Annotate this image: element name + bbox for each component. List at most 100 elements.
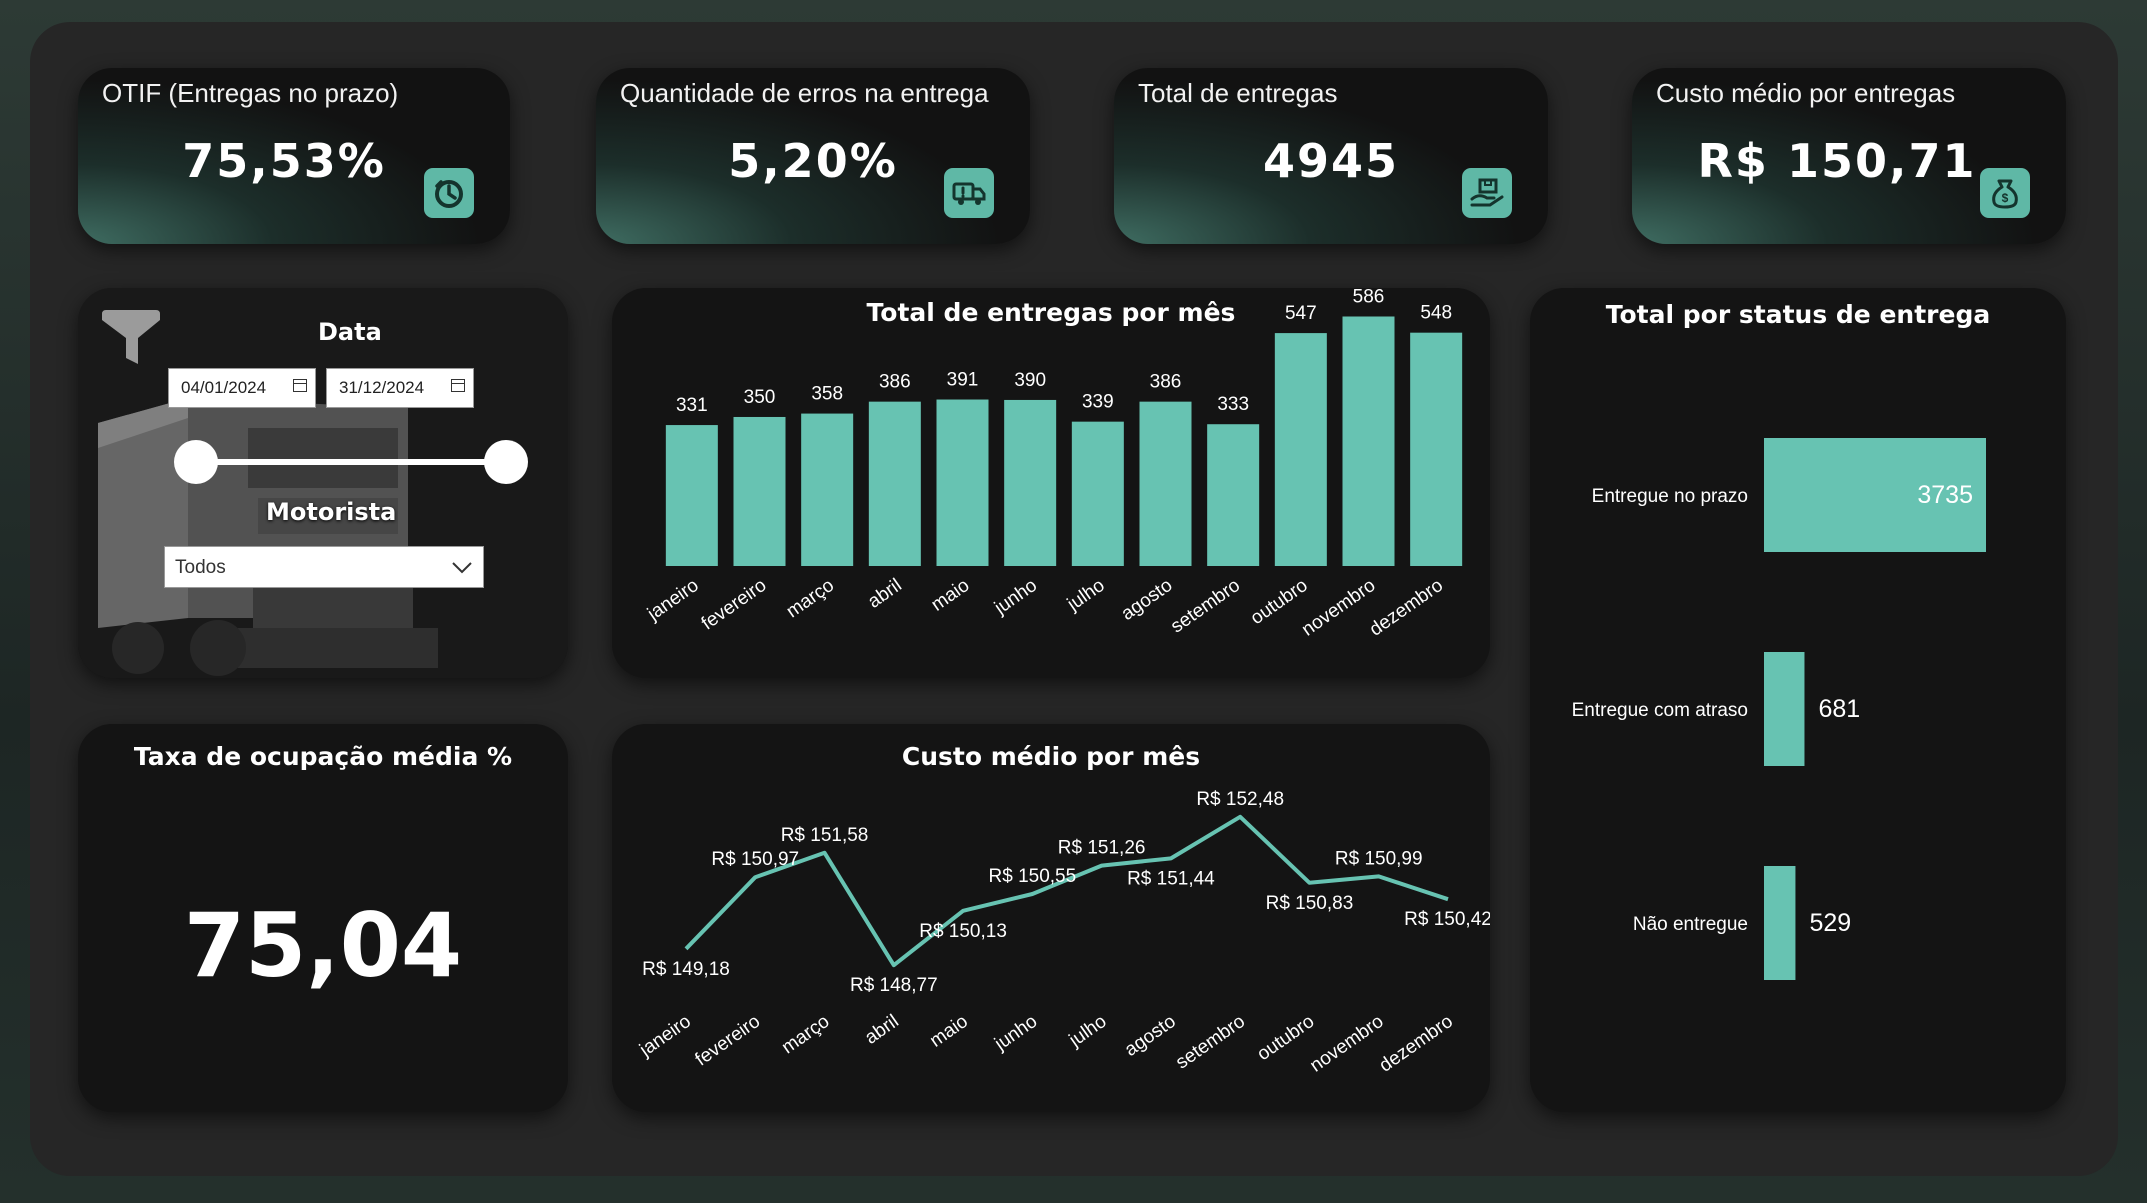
slider-track [196,459,506,465]
x-tick-label: agosto [1121,1011,1180,1061]
bar[interactable] [868,401,921,566]
bar-value-label: 391 [947,370,979,391]
bar[interactable] [1004,399,1057,566]
kpi-card-total: Total de entregas 4945 [1114,68,1548,244]
x-tick-label: junho [990,575,1041,619]
date-start-input[interactable]: 04/01/2024 [168,368,316,408]
bar[interactable] [1410,332,1463,566]
point-value-label: R$ 150,55 [989,866,1077,887]
slider-handle-end[interactable] [484,440,528,484]
x-tick-label: abril [864,575,905,613]
x-tick-label: setembro [1172,1011,1249,1074]
monthly-deliveries-chart: 331 janeiro 350 fevereiro 358 março 386 abril 39… [643,288,1463,641]
status-card: Total por status de entrega Entregue no … [1530,288,2066,1112]
monthly-deliveries-card: Total de entregas por mês 331 janeiro 350 f… [612,288,1490,678]
chevron-down-icon [452,562,472,574]
bar[interactable] [665,425,718,566]
x-tick-label: junho [990,1011,1041,1055]
status-category-label: Entregue com atraso [1572,700,1748,721]
bar[interactable] [1207,424,1260,566]
date-end-value: 31/12/2024 [339,378,425,397]
status-value-label: 3735 [1917,481,1973,509]
x-tick-label: agosto [1118,575,1177,625]
kpi-label: Quantidade de erros na entrega [620,78,989,108]
bar-value-label: 333 [1217,394,1249,415]
x-tick-label: março [783,575,838,622]
calendar-icon[interactable] [293,379,307,392]
point-value-label: R$ 151,58 [781,825,869,846]
status-bar[interactable] [1764,652,1805,766]
x-tick-label: julho [1065,1011,1111,1052]
truck-icon [944,168,994,218]
point-value-label: R$ 151,44 [1127,868,1215,889]
kpi-card-cost: Custo médio por entregas R$ 150,71 $ [1632,68,2066,244]
x-tick-label: setembro [1167,575,1244,638]
x-tick-label: maio [926,1011,972,1052]
bar-value-label: 586 [1353,288,1385,307]
date-end-input[interactable]: 31/12/2024 [326,368,474,408]
point-value-label: R$ 150,42 [1404,909,1490,930]
bar[interactable] [936,399,989,566]
filter-icon [100,310,162,371]
bar[interactable] [1342,316,1395,566]
bar-value-label: 350 [744,387,776,408]
point-value-label: R$ 150,97 [711,849,799,870]
bar-value-label: 548 [1420,303,1452,324]
x-tick-label: novembro [1306,1011,1387,1077]
date-filter-title: Data [318,318,382,346]
bar[interactable] [801,413,854,566]
bar[interactable] [1071,421,1124,566]
x-tick-label: dezembro [1376,1011,1457,1077]
status-category-label: Entregue no prazo [1592,486,1748,507]
status-bar[interactable] [1764,866,1796,980]
filter-card: Data 04/01/2024 31/12/2024 Motorista Tod… [78,288,568,678]
x-tick-label: abril [861,1011,902,1049]
bar-value-label: 386 [1150,372,1182,393]
kpi-card-errors: Quantidade de erros na entrega 5,20% [596,68,1030,244]
bar-value-label: 331 [676,395,708,416]
bar[interactable] [1139,401,1192,566]
status-value-label: 681 [1818,695,1860,723]
hand-box-icon [1462,168,1512,218]
point-value-label: R$ 150,13 [919,921,1007,942]
driver-filter-title: Motorista [266,498,397,526]
monthly-cost-chart: R$ 149,18 janeiro R$ 150,97 fevereiro R$ 151… [635,789,1490,1077]
bar-value-label: 547 [1285,303,1317,324]
money-bag-icon: $ [1980,168,2030,218]
kpi-label: Total de entregas [1138,78,1338,108]
point-value-label: R$ 151,26 [1058,838,1146,859]
point-value-label: R$ 152,48 [1196,789,1284,810]
bar[interactable] [733,416,786,566]
monthly-cost-card: Custo médio por mês R$ 149,18 janeiro R$ 1… [612,724,1490,1112]
x-tick-label: maio [928,575,974,616]
bar-value-label: 339 [1082,392,1114,413]
driver-dropdown-value: Todos [175,557,226,578]
driver-dropdown[interactable]: Todos [164,546,484,588]
x-tick-label: março [778,1011,833,1058]
status-category-label: Não entregue [1633,914,1748,935]
slider-handle-start[interactable] [174,440,218,484]
point-value-label: R$ 150,83 [1266,893,1354,914]
bar-value-label: 390 [1014,370,1046,391]
status-value-label: 529 [1809,909,1851,937]
kpi-card-otif: OTIF (Entregas no prazo) 75,53% [78,68,510,244]
date-range-slider[interactable] [174,440,528,484]
bar-value-label: 386 [879,372,911,393]
x-tick-label: julho [1063,575,1109,616]
x-tick-label: fevereiro [692,1011,765,1071]
calendar-icon[interactable] [451,379,465,392]
status-chart: Entregue no prazo 3735 Entregue com atraso… [1572,438,1986,980]
occupancy-value: 75,04 [183,894,463,997]
x-tick-label: janeiro [643,575,703,625]
x-tick-label: dezembro [1366,575,1447,641]
x-tick-label: novembro [1298,575,1379,641]
occupancy-title: Taxa de ocupação média % [133,742,513,771]
date-start-value: 04/01/2024 [181,378,267,397]
clock-icon [424,168,474,218]
kpi-label: Custo médio por entregas [1656,78,1956,108]
occupancy-card: Taxa de ocupação média % 75,04 [78,724,568,1112]
point-value-label: R$ 148,77 [850,975,938,996]
bar-value-label: 358 [811,384,843,405]
svg-text:$: $ [2002,191,2009,205]
bar[interactable] [1274,333,1327,566]
